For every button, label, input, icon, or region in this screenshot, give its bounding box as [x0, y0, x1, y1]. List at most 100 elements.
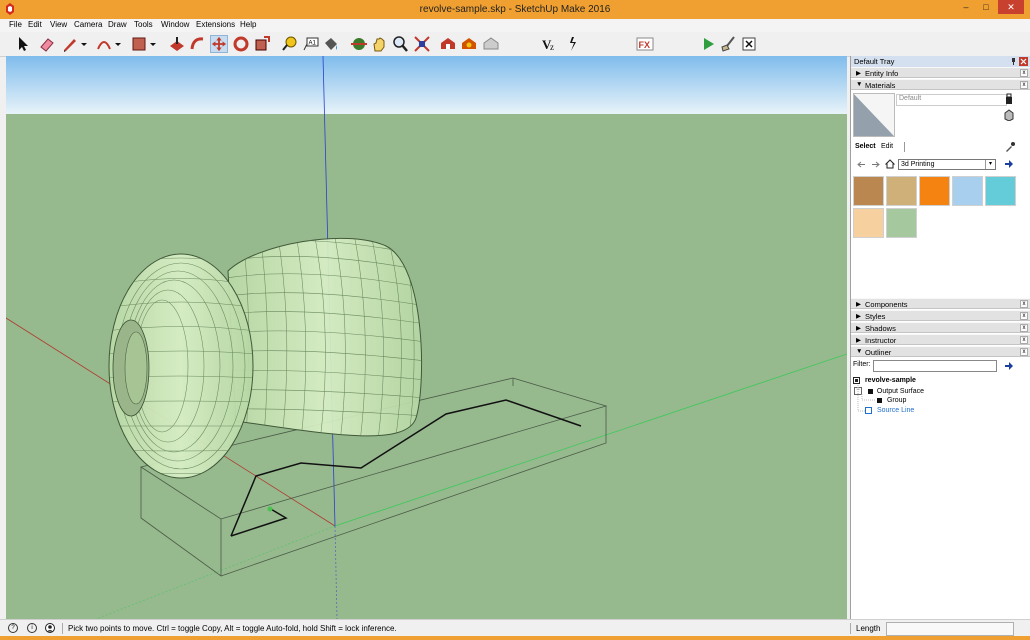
material-sample-icon[interactable] [1004, 93, 1014, 105]
back-arrow-icon[interactable] [857, 160, 866, 169]
status-message: Pick two points to move. Ctrl = toggle C… [68, 624, 397, 633]
pan-hand-icon[interactable] [370, 35, 388, 53]
follow-me-icon[interactable] [189, 35, 207, 53]
material-swatch[interactable] [853, 176, 884, 206]
section-label: Materials [865, 81, 896, 90]
geo-location-icon[interactable]: ? [8, 623, 18, 633]
pencil-line-icon[interactable] [61, 35, 79, 53]
model-icon [853, 377, 860, 384]
rotate-icon[interactable] [232, 35, 250, 53]
chevron-down-icon[interactable] [148, 35, 158, 53]
material-swatch[interactable] [886, 208, 917, 238]
menu-draw[interactable]: Draw [108, 20, 127, 29]
collapsed-triangle-icon: ▶ [856, 337, 861, 344]
chevron-down-icon[interactable] [113, 35, 123, 53]
menu-extensions[interactable]: Extensions [196, 20, 235, 29]
forward-arrow-icon[interactable] [871, 160, 880, 169]
section-entity-info[interactable]: ▶ Entity Info x [851, 67, 1030, 78]
material-swatch[interactable] [952, 176, 983, 206]
menu-help[interactable]: Help [240, 20, 256, 29]
section-shadows[interactable]: ▶ Shadows x [851, 322, 1030, 333]
credits-icon[interactable]: i [27, 623, 37, 633]
solid-inspector-icon[interactable] [563, 35, 581, 53]
measurements-box[interactable] [886, 622, 1014, 636]
paint-bucket-icon[interactable] [322, 35, 340, 53]
library-dropdown[interactable]: 3d Printing ▾ [898, 159, 996, 170]
arc-icon[interactable] [95, 35, 113, 53]
section-close-icon[interactable]: x [1020, 300, 1028, 308]
section-close-icon[interactable]: x [1020, 336, 1028, 344]
drawing-viewport[interactable] [6, 56, 847, 619]
material-swatch[interactable] [985, 176, 1016, 206]
fredo-fx-icon[interactable]: FX [636, 35, 654, 53]
create-material-icon[interactable] [1004, 109, 1014, 121]
tree-item-group[interactable]: Group [877, 397, 906, 404]
section-close-icon[interactable]: x [1020, 69, 1028, 77]
maximize-button[interactable]: □ [976, 0, 996, 14]
section-close-icon[interactable]: x [1020, 81, 1028, 89]
menu-bar: File Edit View Camera Draw Tools Window … [0, 19, 1030, 32]
close-box-icon[interactable] [740, 35, 758, 53]
text-label-icon[interactable]: A1 [302, 35, 320, 53]
sky [6, 56, 847, 114]
scene-canvas[interactable] [6, 56, 847, 619]
menu-view[interactable]: View [50, 20, 67, 29]
menu-window[interactable]: Window [161, 20, 189, 29]
window-controls: – □ ✕ [956, 0, 1024, 14]
chevron-down-icon[interactable] [79, 35, 89, 53]
zoom-icon[interactable] [391, 35, 409, 53]
menu-edit[interactable]: Edit [28, 20, 42, 29]
details-arrow-icon[interactable] [1004, 159, 1014, 169]
section-label: Components [865, 300, 908, 309]
scale-icon[interactable] [253, 35, 271, 53]
material-swatch[interactable] [919, 176, 950, 206]
section-outliner[interactable]: ▼ Outliner x [851, 346, 1030, 357]
inference-point [267, 506, 273, 512]
extension-warehouse-icon[interactable] [460, 35, 478, 53]
share-model-icon[interactable] [482, 35, 500, 53]
section-close-icon[interactable]: x [1020, 348, 1028, 356]
section-materials[interactable]: ▼ Materials x [851, 79, 1030, 90]
window-title: revolve-sample.skp - SketchUp Make 2016 [419, 4, 611, 15]
section-components[interactable]: ▶ Components x [851, 298, 1030, 309]
tab-edit[interactable]: Edit [881, 143, 893, 150]
rectangle-icon[interactable] [130, 35, 148, 53]
user-account-icon[interactable] [45, 623, 55, 633]
tree-root-label: revolve-sample [864, 377, 916, 385]
broom-icon[interactable] [719, 35, 737, 53]
title-bar: revolve-sample.skp - SketchUp Make 2016 … [0, 0, 1030, 19]
menu-file[interactable]: File [9, 20, 22, 29]
pin-icon[interactable] [1010, 58, 1017, 65]
vertex-tools-icon[interactable]: Vz [541, 35, 559, 53]
orbit-icon[interactable] [350, 35, 368, 53]
tape-measure-icon[interactable] [280, 35, 298, 53]
section-close-icon[interactable]: x [1020, 324, 1028, 332]
eyedropper-icon[interactable] [1005, 142, 1015, 152]
outliner-details-arrow-icon[interactable] [1004, 361, 1014, 371]
select-arrow-icon[interactable] [14, 35, 32, 53]
run-icon[interactable] [699, 35, 717, 53]
menu-camera[interactable]: Camera [74, 20, 102, 29]
home-icon[interactable] [885, 159, 895, 169]
material-swatch[interactable] [886, 176, 917, 206]
section-label: Outliner [865, 348, 892, 357]
section-instructor[interactable]: ▶ Instructor x [851, 334, 1030, 345]
section-styles[interactable]: ▶ Styles x [851, 310, 1030, 321]
minimize-button[interactable]: – [956, 0, 976, 14]
filter-input[interactable] [873, 360, 997, 372]
material-name-field[interactable]: Default [896, 94, 1007, 106]
section-close-icon[interactable]: x [1020, 312, 1028, 320]
output-surface[interactable] [226, 232, 426, 442]
close-button[interactable]: ✕ [998, 0, 1024, 14]
tree-root[interactable]: revolve-sample [853, 377, 916, 384]
sketchup-window: revolve-sample.skp - SketchUp Make 2016 … [0, 0, 1030, 640]
zoom-extents-icon[interactable] [413, 35, 431, 53]
tray-close-icon[interactable] [1019, 57, 1028, 66]
3d-warehouse-icon[interactable] [439, 35, 457, 53]
menu-tools[interactable]: Tools [134, 20, 153, 29]
eraser-icon[interactable] [38, 35, 56, 53]
material-swatch[interactable] [853, 208, 884, 238]
tab-select[interactable]: Select [855, 143, 876, 150]
push-pull-icon[interactable] [168, 35, 186, 53]
move-icon[interactable] [210, 35, 228, 53]
